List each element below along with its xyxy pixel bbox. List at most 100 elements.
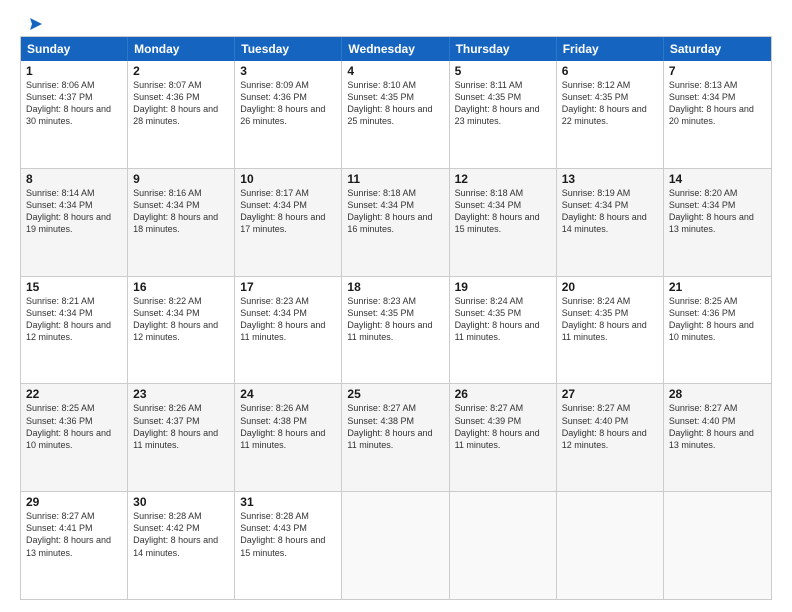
calendar-cell: 22Sunrise: 8:25 AMSunset: 4:36 PMDayligh…: [21, 384, 128, 491]
day-number: 21: [669, 280, 766, 294]
calendar-cell: [557, 492, 664, 599]
calendar-cell: 12Sunrise: 8:18 AMSunset: 4:34 PMDayligh…: [450, 169, 557, 276]
cell-info: Sunrise: 8:26 AMSunset: 4:38 PMDaylight:…: [240, 402, 336, 451]
day-number: 20: [562, 280, 658, 294]
header-day-saturday: Saturday: [664, 37, 771, 61]
day-number: 10: [240, 172, 336, 186]
day-number: 25: [347, 387, 443, 401]
cell-info: Sunrise: 8:25 AMSunset: 4:36 PMDaylight:…: [26, 402, 122, 451]
header-day-monday: Monday: [128, 37, 235, 61]
cell-info: Sunrise: 8:23 AMSunset: 4:34 PMDaylight:…: [240, 295, 336, 344]
cell-info: Sunrise: 8:18 AMSunset: 4:34 PMDaylight:…: [455, 187, 551, 236]
calendar-week-5: 29Sunrise: 8:27 AMSunset: 4:41 PMDayligh…: [21, 492, 771, 599]
cell-info: Sunrise: 8:25 AMSunset: 4:36 PMDaylight:…: [669, 295, 766, 344]
calendar-week-1: 1Sunrise: 8:06 AMSunset: 4:37 PMDaylight…: [21, 61, 771, 169]
header: [20, 16, 772, 28]
cell-info: Sunrise: 8:24 AMSunset: 4:35 PMDaylight:…: [562, 295, 658, 344]
calendar-cell: 1Sunrise: 8:06 AMSunset: 4:37 PMDaylight…: [21, 61, 128, 168]
cell-info: Sunrise: 8:11 AMSunset: 4:35 PMDaylight:…: [455, 79, 551, 128]
day-number: 12: [455, 172, 551, 186]
calendar-cell: 18Sunrise: 8:23 AMSunset: 4:35 PMDayligh…: [342, 277, 449, 384]
day-number: 29: [26, 495, 122, 509]
day-number: 19: [455, 280, 551, 294]
calendar-cell: 26Sunrise: 8:27 AMSunset: 4:39 PMDayligh…: [450, 384, 557, 491]
day-number: 15: [26, 280, 122, 294]
day-number: 26: [455, 387, 551, 401]
cell-info: Sunrise: 8:22 AMSunset: 4:34 PMDaylight:…: [133, 295, 229, 344]
day-number: 7: [669, 64, 766, 78]
cell-info: Sunrise: 8:18 AMSunset: 4:34 PMDaylight:…: [347, 187, 443, 236]
day-number: 13: [562, 172, 658, 186]
logo-bird-icon: [22, 16, 42, 32]
cell-info: Sunrise: 8:27 AMSunset: 4:40 PMDaylight:…: [669, 402, 766, 451]
header-day-friday: Friday: [557, 37, 664, 61]
day-number: 31: [240, 495, 336, 509]
cell-info: Sunrise: 8:24 AMSunset: 4:35 PMDaylight:…: [455, 295, 551, 344]
logo: [20, 16, 42, 28]
cell-info: Sunrise: 8:10 AMSunset: 4:35 PMDaylight:…: [347, 79, 443, 128]
calendar-cell: 15Sunrise: 8:21 AMSunset: 4:34 PMDayligh…: [21, 277, 128, 384]
calendar-cell: 6Sunrise: 8:12 AMSunset: 4:35 PMDaylight…: [557, 61, 664, 168]
header-day-thursday: Thursday: [450, 37, 557, 61]
cell-info: Sunrise: 8:21 AMSunset: 4:34 PMDaylight:…: [26, 295, 122, 344]
cell-info: Sunrise: 8:14 AMSunset: 4:34 PMDaylight:…: [26, 187, 122, 236]
calendar-cell: 5Sunrise: 8:11 AMSunset: 4:35 PMDaylight…: [450, 61, 557, 168]
cell-info: Sunrise: 8:16 AMSunset: 4:34 PMDaylight:…: [133, 187, 229, 236]
cell-info: Sunrise: 8:09 AMSunset: 4:36 PMDaylight:…: [240, 79, 336, 128]
calendar-cell: 29Sunrise: 8:27 AMSunset: 4:41 PMDayligh…: [21, 492, 128, 599]
calendar-body: 1Sunrise: 8:06 AMSunset: 4:37 PMDaylight…: [21, 61, 771, 599]
calendar-cell: 17Sunrise: 8:23 AMSunset: 4:34 PMDayligh…: [235, 277, 342, 384]
cell-info: Sunrise: 8:20 AMSunset: 4:34 PMDaylight:…: [669, 187, 766, 236]
cell-info: Sunrise: 8:07 AMSunset: 4:36 PMDaylight:…: [133, 79, 229, 128]
calendar-cell: 30Sunrise: 8:28 AMSunset: 4:42 PMDayligh…: [128, 492, 235, 599]
day-number: 6: [562, 64, 658, 78]
calendar-cell: 9Sunrise: 8:16 AMSunset: 4:34 PMDaylight…: [128, 169, 235, 276]
day-number: 14: [669, 172, 766, 186]
cell-info: Sunrise: 8:19 AMSunset: 4:34 PMDaylight:…: [562, 187, 658, 236]
cell-info: Sunrise: 8:06 AMSunset: 4:37 PMDaylight:…: [26, 79, 122, 128]
calendar-cell: 13Sunrise: 8:19 AMSunset: 4:34 PMDayligh…: [557, 169, 664, 276]
day-number: 9: [133, 172, 229, 186]
calendar-cell: 11Sunrise: 8:18 AMSunset: 4:34 PMDayligh…: [342, 169, 449, 276]
day-number: 27: [562, 387, 658, 401]
day-number: 2: [133, 64, 229, 78]
cell-info: Sunrise: 8:13 AMSunset: 4:34 PMDaylight:…: [669, 79, 766, 128]
calendar-cell: 4Sunrise: 8:10 AMSunset: 4:35 PMDaylight…: [342, 61, 449, 168]
day-number: 5: [455, 64, 551, 78]
calendar-cell: 8Sunrise: 8:14 AMSunset: 4:34 PMDaylight…: [21, 169, 128, 276]
day-number: 24: [240, 387, 336, 401]
calendar-cell: [664, 492, 771, 599]
day-number: 17: [240, 280, 336, 294]
header-day-tuesday: Tuesday: [235, 37, 342, 61]
calendar-cell: 7Sunrise: 8:13 AMSunset: 4:34 PMDaylight…: [664, 61, 771, 168]
calendar-cell: 16Sunrise: 8:22 AMSunset: 4:34 PMDayligh…: [128, 277, 235, 384]
cell-info: Sunrise: 8:12 AMSunset: 4:35 PMDaylight:…: [562, 79, 658, 128]
cell-info: Sunrise: 8:23 AMSunset: 4:35 PMDaylight:…: [347, 295, 443, 344]
calendar-cell: 2Sunrise: 8:07 AMSunset: 4:36 PMDaylight…: [128, 61, 235, 168]
day-number: 8: [26, 172, 122, 186]
cell-info: Sunrise: 8:28 AMSunset: 4:43 PMDaylight:…: [240, 510, 336, 559]
day-number: 22: [26, 387, 122, 401]
calendar-cell: 3Sunrise: 8:09 AMSunset: 4:36 PMDaylight…: [235, 61, 342, 168]
calendar-cell: 10Sunrise: 8:17 AMSunset: 4:34 PMDayligh…: [235, 169, 342, 276]
cell-info: Sunrise: 8:27 AMSunset: 4:39 PMDaylight:…: [455, 402, 551, 451]
calendar-week-2: 8Sunrise: 8:14 AMSunset: 4:34 PMDaylight…: [21, 169, 771, 277]
cell-info: Sunrise: 8:26 AMSunset: 4:37 PMDaylight:…: [133, 402, 229, 451]
calendar-cell: 19Sunrise: 8:24 AMSunset: 4:35 PMDayligh…: [450, 277, 557, 384]
calendar-cell: [342, 492, 449, 599]
cell-info: Sunrise: 8:17 AMSunset: 4:34 PMDaylight:…: [240, 187, 336, 236]
calendar-cell: 27Sunrise: 8:27 AMSunset: 4:40 PMDayligh…: [557, 384, 664, 491]
day-number: 11: [347, 172, 443, 186]
day-number: 3: [240, 64, 336, 78]
calendar-cell: 20Sunrise: 8:24 AMSunset: 4:35 PMDayligh…: [557, 277, 664, 384]
calendar-cell: 23Sunrise: 8:26 AMSunset: 4:37 PMDayligh…: [128, 384, 235, 491]
header-day-sunday: Sunday: [21, 37, 128, 61]
day-number: 16: [133, 280, 229, 294]
day-number: 18: [347, 280, 443, 294]
page: SundayMondayTuesdayWednesdayThursdayFrid…: [0, 0, 792, 612]
cell-info: Sunrise: 8:27 AMSunset: 4:40 PMDaylight:…: [562, 402, 658, 451]
calendar-week-4: 22Sunrise: 8:25 AMSunset: 4:36 PMDayligh…: [21, 384, 771, 492]
cell-info: Sunrise: 8:28 AMSunset: 4:42 PMDaylight:…: [133, 510, 229, 559]
calendar-week-3: 15Sunrise: 8:21 AMSunset: 4:34 PMDayligh…: [21, 277, 771, 385]
day-number: 30: [133, 495, 229, 509]
